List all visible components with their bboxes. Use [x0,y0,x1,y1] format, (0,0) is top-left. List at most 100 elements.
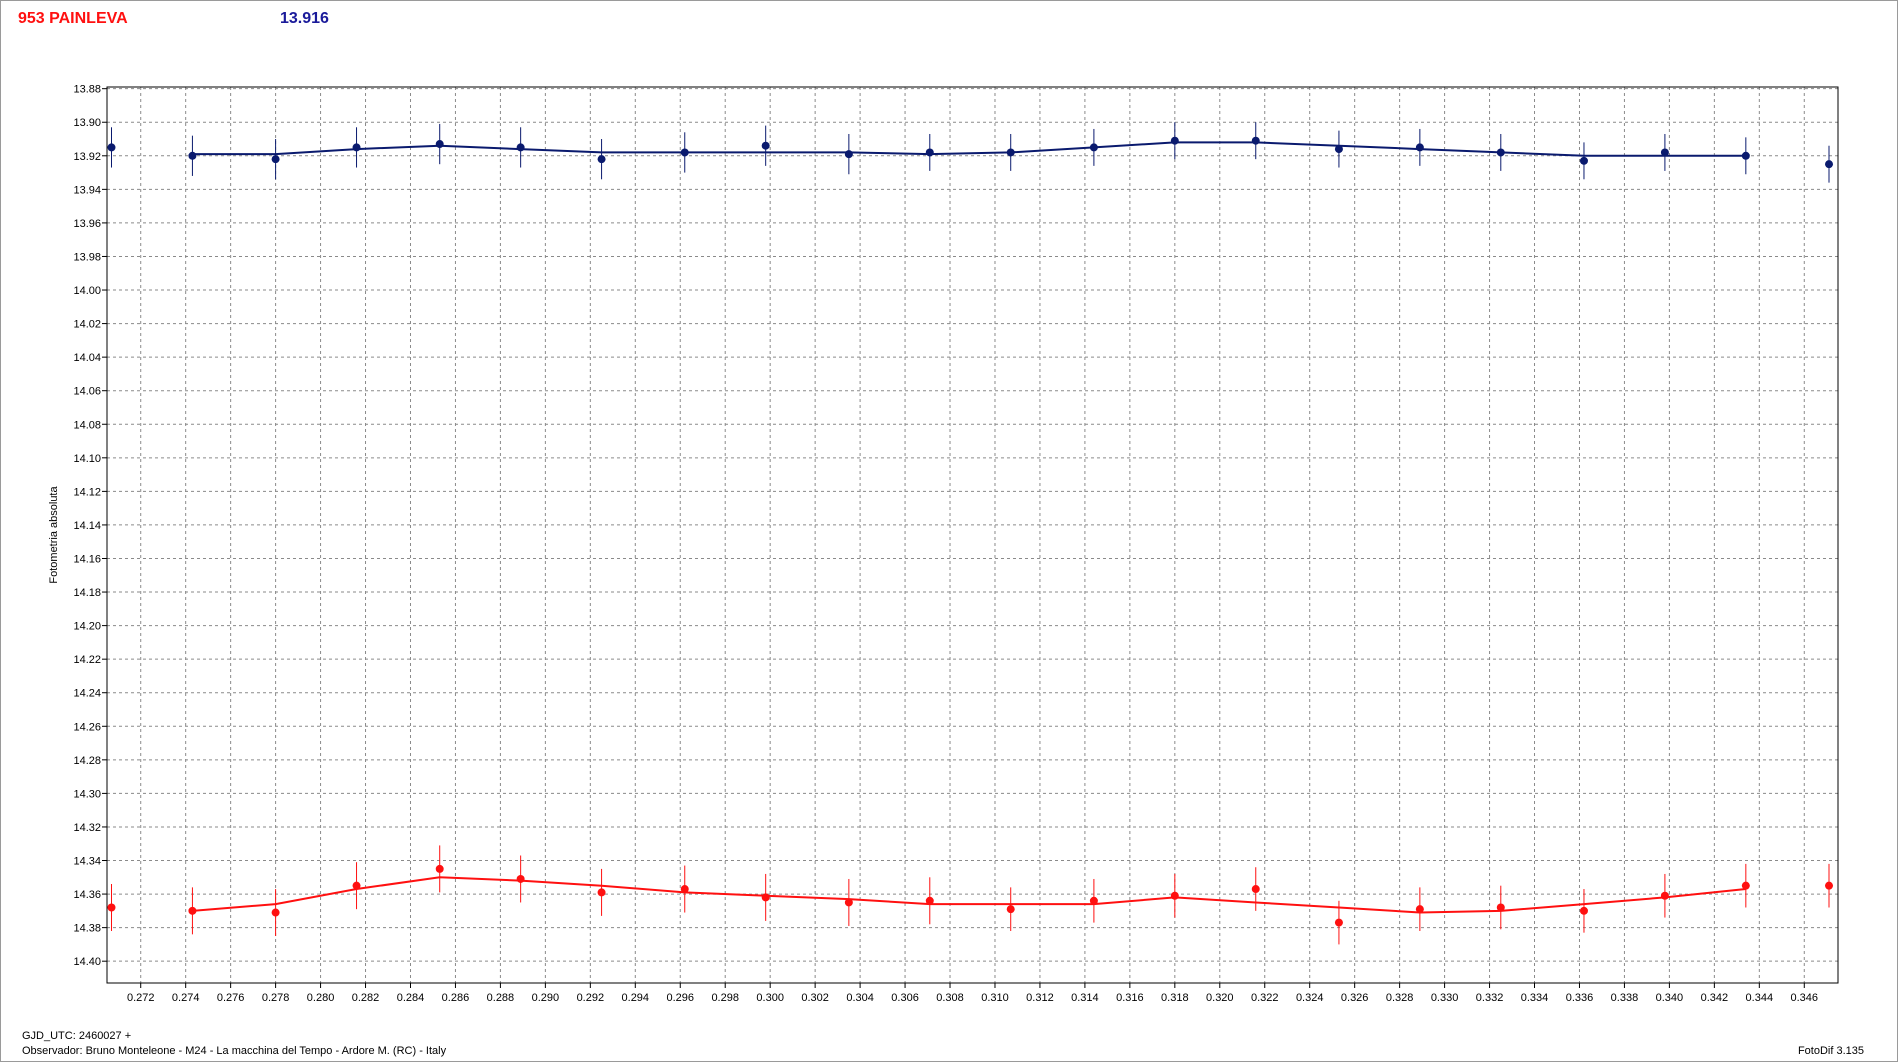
y-tick-label: 14.18 [73,587,101,599]
data-point [1825,160,1834,169]
data-point [1579,156,1588,165]
data-point [597,888,606,897]
data-point [1741,151,1750,160]
y-tick-label: 14.38 [73,923,101,935]
y-tick-label: 13.96 [73,218,101,230]
data-point [1496,903,1505,912]
y-tick-label: 14.32 [73,822,101,834]
data-point [1251,885,1260,894]
y-tick-label: 14.12 [73,486,101,498]
x-tick-label: 0.280 [307,992,335,1004]
y-tick-label: 14.40 [73,956,101,968]
x-tick-label: 0.326 [1341,992,1369,1004]
x-tick-label: 0.346 [1791,992,1819,1004]
data-point [107,143,116,152]
y-tick-label: 14.22 [73,654,101,666]
x-tick-label: 0.312 [1026,992,1054,1004]
x-tick-label: 0.340 [1656,992,1684,1004]
x-tick-label: 0.314 [1071,992,1099,1004]
data-point [1251,136,1260,145]
y-tick-label: 14.34 [73,856,101,868]
y-tick-label: 14.06 [73,386,101,398]
x-tick-label: 0.310 [981,992,1009,1004]
data-point [107,903,116,912]
x-tick-label: 0.308 [936,992,964,1004]
x-tick-label: 0.278 [262,992,290,1004]
lightcurve-chart: 0.272 0.274 0.276 0.278 0.280 0.282 0.284 0.286… [48,84,1839,1004]
y-tick-label: 14.36 [73,889,101,901]
data-point [1170,136,1179,145]
data-point [1334,918,1343,927]
data-point [271,908,280,917]
y-tick-label: 13.92 [73,151,101,163]
data-point [844,898,853,907]
y-tick-label: 13.94 [73,184,101,196]
x-tick-label: 0.296 [666,992,694,1004]
data-point [1334,145,1343,154]
y-tick-label: 14.26 [73,721,101,733]
y-tick-label: 13.90 [73,117,101,129]
y-tick-label: 14.02 [73,319,101,331]
x-tick-label: 0.332 [1476,992,1504,1004]
data-point [352,143,361,152]
data-point [844,150,853,159]
x-tick-label: 0.286 [442,992,470,1004]
software-version: FotoDif 3.135 [1797,1045,1864,1057]
x-tick-label: 0.300 [756,992,784,1004]
y-tick-label: 14.00 [73,285,101,297]
data-point [1089,896,1098,905]
x-tick-label: 0.306 [891,992,919,1004]
data-point [1741,881,1750,890]
data-point [761,893,770,902]
data-point [1660,891,1669,900]
x-tick-label: 0.328 [1386,992,1414,1004]
plot-area [107,87,1838,983]
x-tick-label: 0.342 [1701,992,1729,1004]
observer-label: Observador: Bruno Monteleone - M24 - La … [22,1045,447,1057]
x-tick-label: 0.302 [801,992,829,1004]
data-point [680,885,689,894]
data-point [435,864,444,873]
y-tick-label: 14.10 [73,453,101,465]
y-tick-label: 14.24 [73,688,101,700]
data-point [1415,143,1424,152]
data-point [352,881,361,890]
data-point [1825,881,1834,890]
x-tick-label: 0.304 [846,992,874,1004]
x-tick-label: 0.290 [532,992,560,1004]
x-tick-label: 0.336 [1566,992,1594,1004]
x-tick-label: 0.324 [1296,992,1324,1004]
data-point [1006,148,1015,157]
x-tick-label: 0.274 [172,992,200,1004]
data-point [435,140,444,149]
y-tick-label: 14.14 [73,520,101,532]
x-tick-label: 0.330 [1431,992,1459,1004]
x-tick-label: 0.292 [577,992,605,1004]
data-point [1415,905,1424,914]
y-tick-label: 14.04 [73,352,101,364]
x-tick-label: 0.282 [352,992,380,1004]
x-tick-label: 0.322 [1251,992,1279,1004]
x-tick-label: 0.334 [1521,992,1549,1004]
y-tick-label: 13.88 [73,84,101,96]
y-axis-label: Fotometria absoluta [48,486,60,584]
x-tick-label: 0.276 [217,992,245,1004]
data-point [516,143,525,152]
y-tick-label: 14.28 [73,755,101,767]
data-point [925,148,934,157]
x-tick-label: 0.344 [1746,992,1774,1004]
data-point [925,896,934,905]
data-point [1496,148,1505,157]
y-tick-label: 13.98 [73,251,101,263]
y-tick-label: 14.30 [73,788,101,800]
data-point [1660,148,1669,157]
data-point [188,151,197,160]
data-point [761,141,770,150]
x-tick-label: 0.294 [622,992,650,1004]
data-point [1006,905,1015,914]
x-tick-label: 0.272 [127,992,155,1004]
y-tick-label: 14.08 [73,419,101,431]
x-tick-label: 0.316 [1116,992,1144,1004]
y-tick-label: 14.16 [73,553,101,565]
x-tick-label: 0.320 [1206,992,1234,1004]
